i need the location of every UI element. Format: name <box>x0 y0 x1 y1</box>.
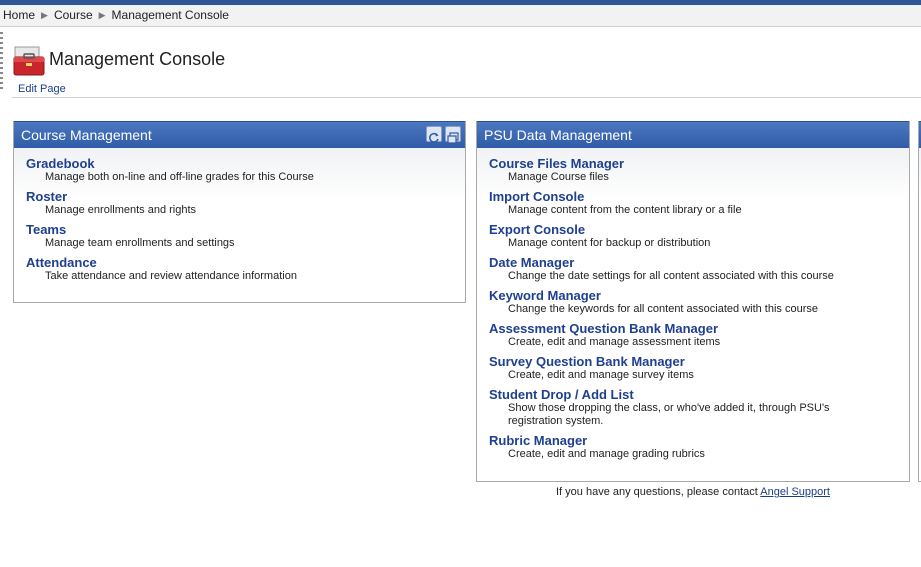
breadcrumb-separator-icon: ▶ <box>41 10 48 20</box>
page-title: Management Console <box>49 49 226 69</box>
divider <box>12 97 921 98</box>
item-description: Create, edit and manage assessment items <box>508 336 721 348</box>
list-item: Import Console Manage content from the c… <box>489 189 897 217</box>
breadcrumb-separator-icon: ▶ <box>98 10 106 20</box>
edit-page-link[interactable]: Edit Page <box>18 83 66 95</box>
breadcrumb: Home ▶ Course ▶ Management Console <box>0 5 921 27</box>
list-item: Gradebook Manage both on-line and off-li… <box>26 156 453 184</box>
item-description: Create, edit and manage survey items <box>508 369 694 381</box>
list-item: Teams Manage team enrollments and settin… <box>26 222 453 250</box>
item-description: Manage Course files <box>508 171 609 183</box>
list-item: Date Manager Change the date settings fo… <box>489 255 897 283</box>
import-console-link[interactable]: Import Console <box>489 189 897 204</box>
breadcrumb-current: Management Console <box>111 8 229 22</box>
list-item: Roster Manage enrollments and rights <box>26 189 453 217</box>
gradebook-link[interactable]: Gradebook <box>26 156 453 171</box>
item-description: Change the date settings for all content… <box>508 270 834 282</box>
item-description: Manage team enrollments and settings <box>45 237 235 249</box>
angel-support-link[interactable]: Angel Support <box>760 486 830 498</box>
item-description: Create, edit and manage grading rubrics <box>508 448 705 460</box>
export-console-link[interactable]: Export Console <box>489 222 897 237</box>
student-drop-add-list-link[interactable]: Student Drop / Add List <box>489 387 897 402</box>
item-description: Manage content from the content library … <box>508 204 742 216</box>
support-note: If you have any questions, please contac… <box>556 486 830 498</box>
list-item: Keyword Manager Change the keywords for … <box>489 288 897 316</box>
assessment-question-bank-manager-link[interactable]: Assessment Question Bank Manager <box>489 321 897 336</box>
item-description: Manage both on-line and off-line grades … <box>45 171 314 183</box>
rubric-manager-link[interactable]: Rubric Manager <box>489 433 897 448</box>
date-manager-link[interactable]: Date Manager <box>489 255 897 270</box>
breadcrumb-home[interactable]: Home <box>3 8 35 22</box>
psu-data-management-list: Course Files Manager Manage Course files… <box>477 148 909 461</box>
breadcrumb-course[interactable]: Course <box>54 8 93 22</box>
item-description: Take attendance and review attendance in… <box>45 270 297 282</box>
survey-question-bank-manager-link[interactable]: Survey Question Bank Manager <box>489 354 897 369</box>
list-item: Assessment Question Bank Manager Create,… <box>489 321 897 349</box>
list-item: Student Drop / Add List Show those dropp… <box>489 387 897 428</box>
item-description: Manage content for backup or distributio… <box>508 237 711 249</box>
list-item: Course Files Manager Manage Course files <box>489 156 897 184</box>
attendance-link[interactable]: Attendance <box>26 255 453 270</box>
toolbox-icon <box>13 46 45 76</box>
list-item: Rubric Manager Create, edit and manage g… <box>489 433 897 461</box>
refresh-icon[interactable] <box>426 126 442 143</box>
course-management-header: Course Management <box>14 121 465 148</box>
psu-data-management-panel: PSU Data Management Course Files Manager… <box>476 121 910 482</box>
course-management-panel: Course Management Gradebook Manage both … <box>13 121 466 303</box>
course-management-list: Gradebook Manage both on-line and off-li… <box>14 148 465 283</box>
course-files-manager-link[interactable]: Course Files Manager <box>489 156 897 171</box>
resize-handle[interactable] <box>0 32 3 92</box>
roster-link[interactable]: Roster <box>26 189 453 204</box>
item-description: Manage enrollments and rights <box>45 204 197 216</box>
list-item: Survey Question Bank Manager Create, edi… <box>489 354 897 382</box>
support-text: If you have any questions, please contac… <box>556 486 758 498</box>
list-item: Export Console Manage content for backup… <box>489 222 897 250</box>
list-item: Attendance Take attendance and review at… <box>26 255 453 283</box>
course-management-title: Course Management <box>21 127 152 143</box>
psu-data-management-header: PSU Data Management <box>477 121 909 148</box>
item-description: Show those dropping the class, or who've… <box>508 402 830 427</box>
teams-link[interactable]: Teams <box>26 222 453 237</box>
psu-data-management-title: PSU Data Management <box>484 127 632 143</box>
item-description: Change the keywords for all content asso… <box>508 303 818 315</box>
restore-window-icon[interactable] <box>445 126 461 144</box>
keyword-manager-link[interactable]: Keyword Manager <box>489 288 897 303</box>
